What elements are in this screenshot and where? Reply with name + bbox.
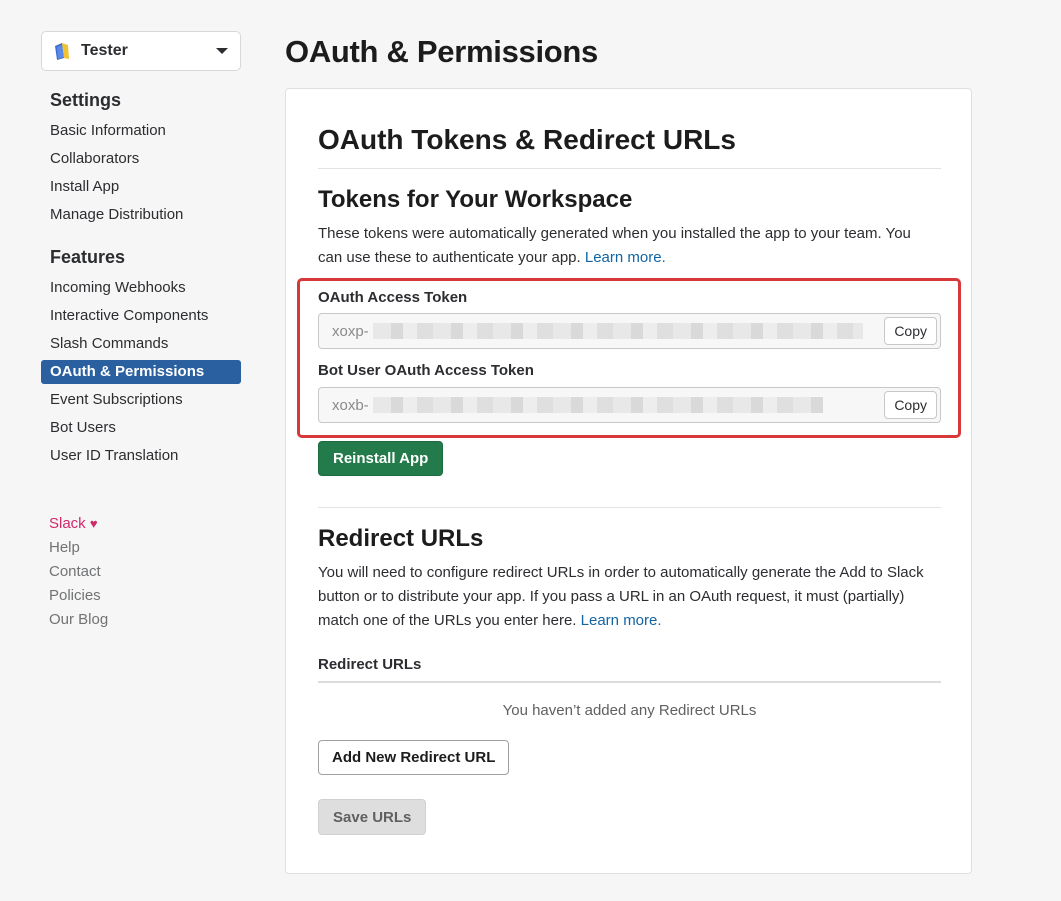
access-token-field[interactable]: xoxp- Copy: [318, 313, 941, 349]
heart-icon: ♥: [89, 516, 98, 531]
app-switcher[interactable]: Tester: [41, 31, 241, 71]
footer-link-our-blog[interactable]: Our Blog: [41, 608, 241, 632]
redirect-empty-message: You haven’t added any Redirect URLs: [502, 702, 757, 719]
settings-nav: Basic Information Collaborators Install …: [41, 119, 241, 227]
features-heading: Features: [50, 247, 126, 267]
tokens-description: These tokens were automatically generate…: [318, 222, 938, 270]
access-token-redacted: [372, 323, 863, 339]
bot-token-label: Bot User OAuth Access Token: [318, 362, 534, 379]
redirect-title: Redirect URLs: [318, 525, 484, 552]
bot-token-field[interactable]: xoxb- Copy: [318, 387, 941, 423]
copy-access-token-button[interactable]: Copy: [884, 317, 937, 345]
sidebar-item-basic-information[interactable]: Basic Information: [41, 119, 241, 143]
footer-link-help[interactable]: Help: [41, 536, 241, 560]
redirect-learn-more-link[interactable]: Learn more.: [581, 612, 662, 629]
app-name: Tester: [81, 42, 128, 59]
footer-slack-label: Slack: [49, 515, 86, 532]
sidebar-item-event-subscriptions[interactable]: Event Subscriptions: [41, 388, 241, 412]
oauth-section-title: OAuth Tokens & Redirect URLs: [318, 124, 736, 155]
footer-link-policies[interactable]: Policies: [41, 584, 241, 608]
tokens-learn-more-link[interactable]: Learn more.: [585, 249, 666, 266]
redirect-divider: [318, 507, 941, 508]
sidebar-item-oauth-permissions[interactable]: OAuth & Permissions: [41, 360, 241, 384]
section-divider: [318, 168, 941, 169]
access-token-prefix: xoxp-: [332, 322, 369, 340]
add-redirect-url-button[interactable]: Add New Redirect URL: [318, 740, 510, 775]
tokens-title: Tokens for Your Workspace: [318, 186, 633, 213]
footer-link-contact[interactable]: Contact: [41, 560, 241, 584]
redirect-list-divider: [318, 681, 941, 683]
settings-heading: Settings: [50, 90, 122, 110]
bot-token-redacted: [372, 397, 823, 413]
sidebar-item-slash-commands[interactable]: Slash Commands: [41, 332, 241, 356]
features-nav: Incoming Webhooks Interactive Components…: [41, 276, 241, 468]
redirect-description: You will need to configure redirect URLs…: [318, 561, 938, 633]
sidebar-item-interactive-components[interactable]: Interactive Components: [41, 304, 241, 328]
redirect-list-label: Redirect URLs: [318, 656, 422, 673]
bot-token-prefix: xoxb-: [332, 396, 369, 414]
oauth-card: OAuth Tokens & Redirect URLs Tokens for …: [285, 88, 972, 874]
copy-bot-token-button[interactable]: Copy: [884, 391, 937, 419]
chevron-down-icon: [216, 48, 228, 54]
save-urls-button[interactable]: Save URLs: [318, 799, 427, 835]
reinstall-app-button[interactable]: Reinstall App: [318, 441, 444, 476]
sidebar-item-incoming-webhooks[interactable]: Incoming Webhooks: [41, 276, 241, 300]
access-token-label: OAuth Access Token: [318, 289, 468, 306]
sidebar-item-collaborators[interactable]: Collaborators: [41, 147, 241, 171]
footer-links: Slack ♥ Help Contact Policies Our Blog: [41, 512, 241, 632]
sidebar-item-bot-users[interactable]: Bot Users: [41, 416, 241, 440]
sidebar-item-install-app[interactable]: Install App: [41, 175, 241, 199]
book-icon: [55, 43, 69, 60]
sidebar-item-manage-distribution[interactable]: Manage Distribution: [41, 203, 241, 227]
page-title: OAuth & Permissions: [285, 34, 598, 69]
sidebar: Tester Settings Basic Information Collab…: [41, 31, 241, 632]
footer-link-slack[interactable]: Slack ♥: [41, 512, 241, 536]
sidebar-item-user-id-translation[interactable]: User ID Translation: [41, 444, 241, 468]
